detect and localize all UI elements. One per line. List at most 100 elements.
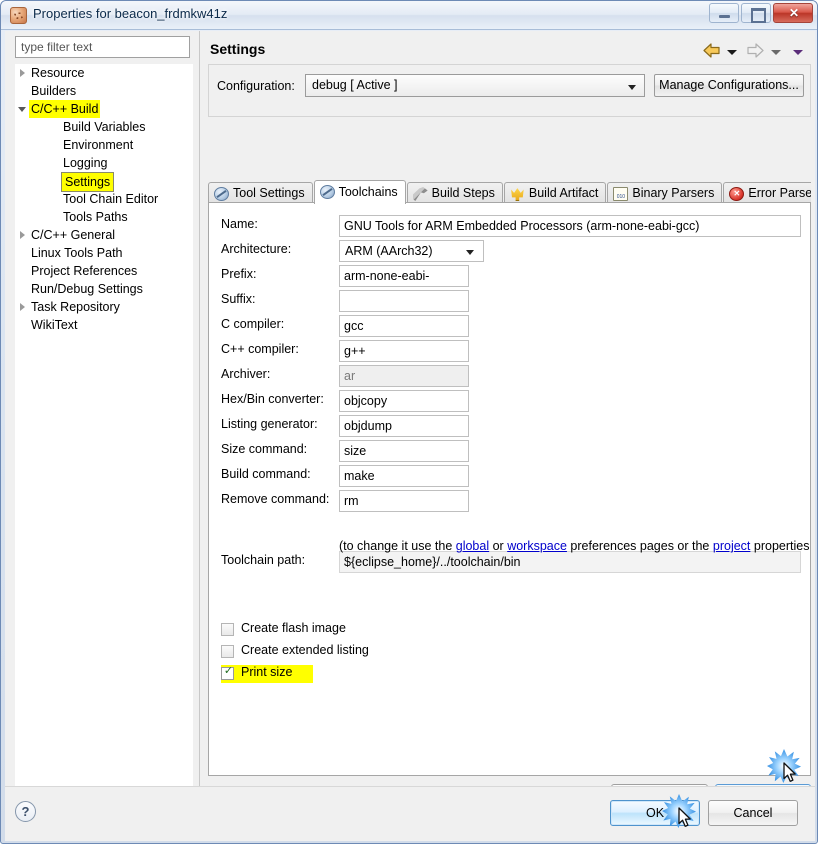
pane-navigation bbox=[703, 43, 809, 61]
tab-binary-parsers[interactable]: Binary Parsers bbox=[607, 182, 723, 204]
field-row-remove-command: Remove command: bbox=[221, 490, 801, 512]
field-row-architecture: Architecture: ARM (AArch32) bbox=[221, 240, 801, 262]
settings-pane: Settings Configuration: debug [Active]… bbox=[199, 31, 815, 809]
field-input-name[interactable] bbox=[339, 215, 801, 237]
sidebar-item-label: Tool Chain Editor bbox=[63, 192, 159, 206]
checkbox-box-create-extended-listing[interactable] bbox=[221, 645, 234, 658]
checkbox-label-create-flash-image: Create flash image bbox=[241, 621, 346, 635]
field-label-architecture: Architecture: bbox=[221, 242, 292, 256]
sidebar-item-logging[interactable]: Logging bbox=[15, 154, 193, 172]
chevron-down-icon bbox=[466, 250, 474, 255]
tab-build-artifact[interactable]: Build Artifact bbox=[503, 182, 607, 204]
tab-build-steps[interactable]: Build Steps bbox=[406, 182, 503, 204]
settings-tab-bar[interactable]: Tool Settings Toolchains Build Steps Build … bbox=[208, 180, 815, 204]
sidebar-item-label: C/C++ Build bbox=[29, 100, 101, 118]
toolchain-path-row: Toolchain path: bbox=[221, 551, 801, 573]
window-title: Properties for beacon_frdmkw41z bbox=[33, 6, 228, 21]
sidebar-item-label: Tools Paths bbox=[63, 210, 128, 224]
hint-suffix: properties pa bbox=[753, 539, 810, 553]
forward-arrow-icon bbox=[746, 43, 764, 61]
toolchain-path-label: Toolchain path: bbox=[221, 553, 306, 567]
checkbox-label-create-extended-listing: Create extended listing bbox=[241, 643, 369, 657]
sidebar-item-tools-paths[interactable]: Tools Paths bbox=[15, 208, 193, 226]
sidebar-item-c-c-build[interactable]: C/C++ Build bbox=[15, 100, 193, 118]
toolchains-icon bbox=[319, 185, 335, 199]
field-label-build-command: Build command: bbox=[221, 467, 311, 481]
field-row-c-compiler: C compiler: bbox=[221, 315, 801, 337]
tab-error-parsers[interactable]: Error Parsers bbox=[723, 182, 815, 204]
sidebar-item-resource[interactable]: Resource bbox=[15, 64, 193, 82]
close-button[interactable] bbox=[773, 3, 814, 23]
maximize-button[interactable] bbox=[741, 3, 771, 23]
field-row-archiver: Archiver: bbox=[221, 365, 801, 387]
eclipse-properties-icon bbox=[10, 7, 27, 24]
field-input-build-command[interactable] bbox=[339, 465, 469, 487]
manage-configurations-button[interactable]: Manage Configurations... bbox=[654, 74, 804, 97]
sidebar-item-build-variables[interactable]: Build Variables bbox=[15, 118, 193, 136]
toolchain-path-hint: (to change it use the global or workspac… bbox=[339, 539, 810, 553]
sidebar-item-label: Settings bbox=[61, 172, 115, 192]
build-steps-icon bbox=[412, 187, 428, 201]
field-label-size-command: Size command: bbox=[221, 442, 308, 456]
sidebar-item-c-c-general[interactable]: C/C++ General bbox=[15, 226, 193, 244]
field-label-hex-bin-converter: Hex/Bin converter: bbox=[221, 392, 324, 406]
sidebar-item-run-debug-settings[interactable]: Run/Debug Settings bbox=[15, 280, 193, 298]
checkbox-box-create-flash-image[interactable] bbox=[221, 623, 234, 636]
minimize-button[interactable] bbox=[709, 3, 739, 23]
help-icon[interactable]: ? bbox=[15, 801, 36, 822]
chevron-right-icon[interactable] bbox=[15, 64, 31, 82]
project-properties-link[interactable]: project bbox=[713, 539, 751, 553]
field-input-hex-bin-converter[interactable] bbox=[339, 390, 469, 412]
chevron-down-icon[interactable] bbox=[15, 100, 31, 118]
view-menu-icon[interactable] bbox=[793, 49, 803, 55]
field-row-build-command: Build command: bbox=[221, 465, 801, 487]
cancel-button[interactable]: Cancel bbox=[708, 800, 798, 826]
chevron-right-icon[interactable] bbox=[15, 298, 31, 316]
field-input-size-command[interactable] bbox=[339, 440, 469, 462]
configuration-select[interactable]: debug [ Active ] bbox=[305, 74, 645, 97]
sidebar-item-settings[interactable]: Settings bbox=[15, 172, 193, 192]
field-select-architecture[interactable]: ARM (AArch32) bbox=[339, 240, 484, 262]
field-row-prefix: Prefix: bbox=[221, 265, 801, 287]
field-row-c++-compiler: C++ compiler: bbox=[221, 340, 801, 362]
field-input-c++-compiler[interactable] bbox=[339, 340, 469, 362]
sidebar-item-task-repository[interactable]: Task Repository bbox=[15, 298, 193, 316]
field-value-architecture: ARM (AArch32) bbox=[345, 244, 433, 258]
ok-button[interactable]: OK bbox=[610, 800, 700, 826]
tab-label: Error Parsers bbox=[748, 186, 815, 200]
checkbox-print-size[interactable]: Print size bbox=[221, 665, 313, 683]
sidebar-item-label: Task Repository bbox=[31, 300, 120, 314]
forward-dropdown-icon[interactable] bbox=[770, 49, 781, 55]
checkbox-box-print-size[interactable] bbox=[221, 665, 235, 680]
field-input-remove-command[interactable] bbox=[339, 490, 469, 512]
sidebar-item-builders[interactable]: Builders bbox=[15, 82, 193, 100]
tool-settings-icon bbox=[214, 187, 229, 201]
tab-label: Build Artifact bbox=[528, 186, 599, 200]
field-label-archiver: Archiver: bbox=[221, 367, 271, 381]
sidebar-item-tool-chain-editor[interactable]: Tool Chain Editor bbox=[15, 190, 193, 208]
sidebar-item-label: Project References bbox=[31, 264, 138, 278]
sidebar-item-environment[interactable]: Environment bbox=[15, 136, 193, 154]
tab-toolchains[interactable]: Toolchains bbox=[313, 180, 406, 204]
tab-tool-settings[interactable]: Tool Settings bbox=[208, 182, 313, 204]
back-dropdown-icon[interactable] bbox=[726, 49, 737, 55]
sidebar-item-label: Run/Debug Settings bbox=[31, 282, 143, 296]
chevron-right-icon[interactable] bbox=[15, 226, 31, 244]
title-bar: Properties for beacon_frdmkw41z bbox=[1, 1, 817, 30]
field-label-c-compiler: C compiler: bbox=[221, 317, 285, 331]
checkbox-label-print-size: Print size bbox=[241, 665, 293, 679]
field-input-listing-generator[interactable] bbox=[339, 415, 469, 437]
sidebar-item-linux-tools-path[interactable]: Linux Tools Path bbox=[15, 244, 193, 262]
field-input-suffix[interactable] bbox=[339, 290, 469, 312]
field-input-prefix[interactable] bbox=[339, 265, 469, 287]
global-preferences-link[interactable]: global bbox=[456, 539, 489, 553]
back-arrow-icon[interactable] bbox=[703, 43, 721, 61]
sidebar-item-project-references[interactable]: Project References bbox=[15, 262, 193, 280]
settings-tree[interactable]: Resource Builders C/C++ Build Build Variabl… bbox=[15, 64, 193, 804]
workspace-preferences-link[interactable]: workspace bbox=[507, 539, 567, 553]
field-label-name: Name: bbox=[221, 217, 258, 231]
filter-input[interactable] bbox=[15, 36, 190, 58]
field-input-c-compiler[interactable] bbox=[339, 315, 469, 337]
sidebar-item-wikitext[interactable]: WikiText bbox=[15, 316, 193, 334]
tab-label: Tool Settings bbox=[233, 186, 305, 200]
